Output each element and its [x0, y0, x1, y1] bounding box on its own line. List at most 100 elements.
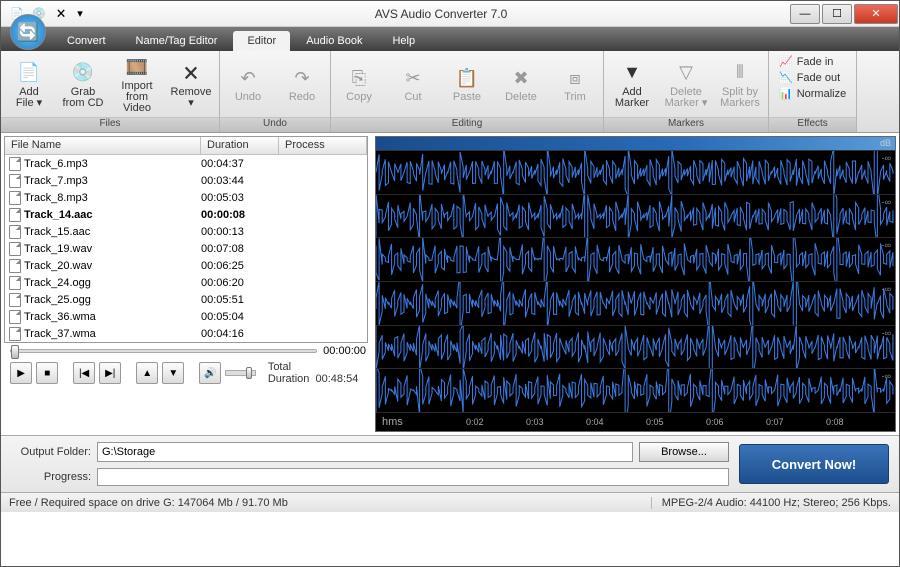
undo-button[interactable]: ↶Undo	[224, 65, 272, 103]
fade-out-button[interactable]: 📉Fade out	[775, 70, 844, 85]
volume-button[interactable]: 🔊	[199, 362, 221, 384]
qat-dropdown-icon[interactable]: ▾	[73, 4, 87, 24]
file-row[interactable]: Track_37.wma00:04:16	[5, 325, 367, 342]
file-icon	[9, 242, 21, 256]
waveform-track[interactable]: -∞	[376, 195, 895, 239]
file-row[interactable]: Track_20.wav00:06:25	[5, 257, 367, 274]
file-icon	[9, 157, 21, 171]
file-row[interactable]: Track_8.mp3 00:05:03	[5, 189, 367, 206]
volume-slider[interactable]	[225, 370, 256, 376]
file-row[interactable]: Track_6.mp300:04:37	[5, 155, 367, 172]
cut-icon: ✂	[400, 65, 426, 91]
tab-editor[interactable]: Editor	[233, 31, 290, 51]
file-name: Track_36.wma	[24, 311, 96, 323]
file-duration: 00:06:20	[201, 277, 279, 289]
close-button[interactable]: ✕	[854, 4, 898, 24]
play-button[interactable]: ▶	[10, 362, 32, 384]
position-slider[interactable]	[10, 349, 317, 353]
split-markers-button[interactable]: ⦀Split byMarkers	[716, 60, 764, 109]
trim-icon: ⧈	[562, 65, 588, 91]
copy-button[interactable]: ⎘Copy	[335, 65, 383, 103]
file-duration: 00:05:03	[201, 192, 279, 204]
convert-button[interactable]: Convert Now!	[739, 444, 889, 484]
file-row[interactable]: Track_25.ogg00:05:51	[5, 291, 367, 308]
time-tick: 0:03	[526, 417, 544, 427]
file-icon	[9, 208, 21, 222]
file-icon	[9, 174, 21, 188]
db-label: dB	[880, 138, 891, 148]
redo-button[interactable]: ↷Redo	[278, 65, 326, 103]
time-tick: 0:02	[466, 417, 484, 427]
fade-in-icon: 📈	[779, 55, 793, 68]
track-db-label: -∞	[882, 197, 891, 207]
slider-time: 00:00:00	[323, 345, 366, 357]
group-markers: Markers	[604, 117, 768, 132]
normalize-button[interactable]: 📊Normalize	[775, 86, 850, 101]
track-db-label: -∞	[882, 153, 891, 163]
app-icon[interactable]: 🔄	[10, 14, 46, 50]
browse-button[interactable]: Browse...	[639, 442, 729, 462]
prev-button[interactable]: |◀	[73, 362, 95, 384]
file-name: Track_8.mp3	[24, 192, 88, 204]
file-duration: 00:05:51	[201, 294, 279, 306]
qat-remove-icon[interactable]: 🗙	[51, 4, 71, 24]
file-row[interactable]: Track_7.mp300:03:44	[5, 172, 367, 189]
time-unit: hms	[382, 416, 403, 428]
file-name: Track_6.mp3	[24, 158, 88, 170]
add-marker-button[interactable]: ▼AddMarker	[608, 60, 656, 109]
waveform-track[interactable]: -∞	[376, 326, 895, 370]
file-name: Track_20.wav	[24, 260, 92, 272]
file-icon	[9, 191, 21, 205]
group-undo: Undo	[220, 117, 330, 132]
stop-button[interactable]: ■	[36, 362, 58, 384]
output-folder-label: Output Folder:	[11, 446, 91, 458]
tab-convert[interactable]: Convert	[53, 31, 120, 51]
time-tick: 0:04	[586, 417, 604, 427]
output-folder-input[interactable]	[97, 442, 633, 462]
delete-button[interactable]: ✖Delete	[497, 65, 545, 103]
tab-name-tag-editor[interactable]: Name/Tag Editor	[122, 31, 232, 51]
group-files: Files	[1, 117, 219, 132]
tab-help[interactable]: Help	[378, 31, 429, 51]
file-row[interactable]: Track_14.aac00:00:08	[5, 206, 367, 223]
tab-audio-book[interactable]: Audio Book	[292, 31, 376, 51]
file-row[interactable]: Track_36.wma 00:05:04	[5, 308, 367, 325]
window-title: AVS Audio Converter 7.0	[93, 7, 789, 21]
delete-marker-button[interactable]: ▽DeleteMarker ▾	[662, 60, 710, 109]
remove-button[interactable]: 🗙Remove▾	[167, 60, 215, 109]
file-row[interactable]: Track_24.ogg00:06:20	[5, 274, 367, 291]
waveform-track[interactable]: -∞	[376, 238, 895, 282]
minimize-button[interactable]: —	[790, 4, 820, 24]
paste-icon: 📋	[454, 65, 480, 91]
waveform-track[interactable]: -∞	[376, 151, 895, 195]
slider-thumb[interactable]	[11, 345, 19, 359]
add-file-button[interactable]: 📄AddFile ▾	[5, 60, 53, 109]
split-markers-icon: ⦀	[727, 60, 753, 86]
progress-label: Progress:	[11, 471, 91, 483]
move-up-button[interactable]: ▲	[136, 362, 158, 384]
file-icon	[9, 276, 21, 290]
delete-icon: ✖	[508, 65, 534, 91]
next-button[interactable]: ▶|	[99, 362, 121, 384]
col-process[interactable]: Process	[279, 137, 367, 154]
move-down-button[interactable]: ▼	[162, 362, 184, 384]
file-row[interactable]: Track_15.aac00:00:13	[5, 223, 367, 240]
waveform-track[interactable]: -∞	[376, 369, 895, 413]
grab-cd-button[interactable]: 💿Grabfrom CD	[59, 60, 107, 109]
file-icon	[9, 259, 21, 273]
file-icon	[9, 327, 21, 341]
col-duration[interactable]: Duration	[201, 137, 279, 154]
file-duration: 00:05:04	[201, 311, 279, 323]
waveform-track[interactable]: -∞	[376, 282, 895, 326]
file-icon	[9, 310, 21, 324]
file-row[interactable]: Track_19.wav00:07:08	[5, 240, 367, 257]
col-filename[interactable]: File Name	[5, 137, 201, 154]
paste-button[interactable]: 📋Paste	[443, 65, 491, 103]
import-video-button[interactable]: 🎞️Importfrom Video	[113, 54, 161, 114]
maximize-button[interactable]: ☐	[822, 4, 852, 24]
progress-bar	[97, 468, 729, 486]
fade-in-button[interactable]: 📈Fade in	[775, 54, 837, 69]
track-db-label: -∞	[882, 240, 891, 250]
trim-button[interactable]: ⧈Trim	[551, 65, 599, 103]
cut-button[interactable]: ✂Cut	[389, 65, 437, 103]
